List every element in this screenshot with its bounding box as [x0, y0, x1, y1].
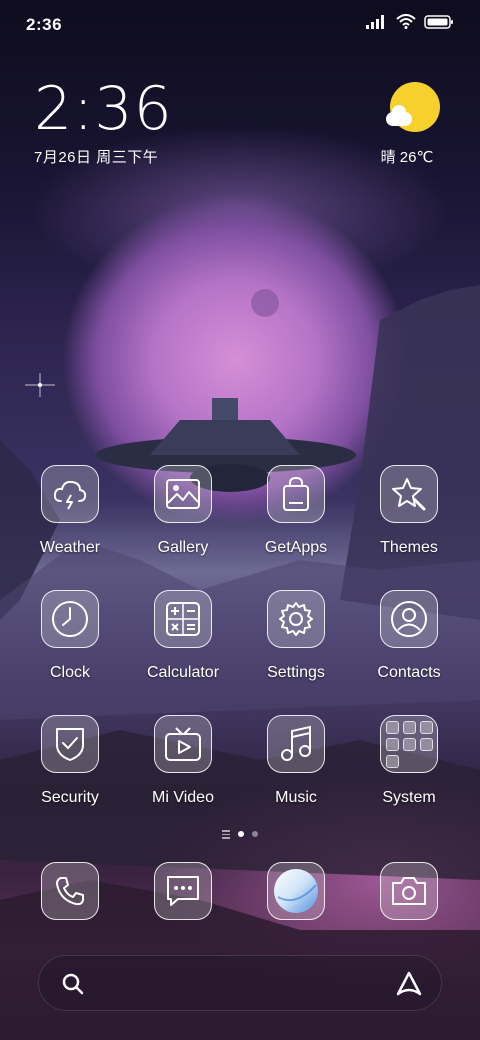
status-icons	[366, 14, 454, 29]
assistant-icon[interactable]	[395, 970, 423, 998]
message-icon	[167, 876, 199, 906]
folder-icon[interactable]	[380, 715, 438, 773]
app-label: Settings	[267, 664, 325, 681]
search-icon[interactable]	[61, 972, 85, 996]
shopping-bag-icon	[283, 476, 309, 511]
app-clock-tile[interactable]	[41, 590, 99, 648]
app-label: Themes	[380, 539, 438, 556]
app-music[interactable]: Music	[246, 715, 346, 807]
app-system-folder[interactable]: System	[359, 715, 459, 807]
phone-icon	[56, 877, 84, 906]
app-contacts-tile[interactable]	[380, 590, 438, 648]
app-weather-tile[interactable]	[41, 465, 99, 523]
app-label: Weather	[39, 539, 101, 556]
app-label: Contacts	[377, 664, 441, 681]
app-label: System	[382, 789, 436, 806]
dock-phone[interactable]	[20, 862, 120, 920]
app-label: GetApps	[264, 539, 328, 556]
battery-icon	[424, 14, 453, 29]
music-note-icon	[281, 725, 311, 761]
weather-text: 晴 26℃	[380, 149, 434, 166]
app-clock[interactable]: Clock	[20, 590, 120, 682]
browser-icon	[274, 869, 318, 913]
app-gallery[interactable]: Gallery	[133, 465, 233, 557]
app-security[interactable]: Security	[20, 715, 120, 807]
app-label: Gallery	[157, 539, 209, 556]
app-getapps[interactable]: GetApps	[246, 465, 346, 557]
feed-page-icon[interactable]	[222, 830, 230, 839]
app-security-tile[interactable]	[41, 715, 99, 773]
page-dot-1[interactable]	[238, 831, 244, 837]
app-themes[interactable]: Themes	[359, 465, 459, 557]
widget-time: 2:36	[34, 74, 173, 144]
app-label: Mi Video	[152, 789, 214, 806]
weather-widget[interactable]: 晴 26℃	[381, 82, 444, 167]
signal-icon	[366, 14, 384, 29]
search-bar[interactable]	[38, 955, 442, 1011]
cloud-lightning-icon	[53, 480, 87, 510]
camera-icon	[392, 877, 426, 905]
app-music-tile[interactable]	[267, 715, 325, 773]
star-brush-icon	[392, 478, 426, 511]
browser-tile[interactable]	[267, 862, 325, 920]
app-label: Calculator	[146, 664, 220, 681]
shield-check-icon	[56, 728, 84, 761]
status-time: 2:36	[26, 15, 63, 34]
app-getapps-tile[interactable]	[267, 465, 325, 523]
app-gallery-tile[interactable]	[154, 465, 212, 523]
calculator-icon	[166, 602, 200, 636]
dock-camera[interactable]	[359, 862, 459, 920]
app-label: Security	[41, 789, 99, 806]
app-calculator-tile[interactable]	[154, 590, 212, 648]
app-settings-tile[interactable]	[267, 590, 325, 648]
image-icon	[166, 479, 200, 509]
page-dot-2[interactable]	[252, 831, 258, 837]
messages-tile[interactable]	[154, 862, 212, 920]
status-bar: 2:36	[0, 0, 480, 50]
app-mi-video-tile[interactable]	[154, 715, 212, 773]
app-mi-video[interactable]: Mi Video	[133, 715, 233, 807]
app-label: Music	[275, 789, 317, 806]
app-calculator[interactable]: Calculator	[133, 590, 233, 682]
page-indicator[interactable]	[0, 830, 480, 839]
dock-browser[interactable]	[246, 862, 346, 920]
sun-cloud-icon	[386, 82, 440, 134]
app-label: Clock	[49, 664, 90, 681]
app-themes-tile[interactable]	[380, 465, 438, 523]
wifi-icon	[396, 14, 416, 29]
app-weather[interactable]: Weather	[20, 465, 120, 557]
gear-icon	[279, 602, 313, 636]
widget-date: 7月26日 周三下午	[34, 149, 159, 166]
phone-tile[interactable]	[41, 862, 99, 920]
app-settings[interactable]: Settings	[246, 590, 346, 682]
camera-tile[interactable]	[380, 862, 438, 920]
app-contacts[interactable]: Contacts	[359, 590, 459, 682]
tv-play-icon	[165, 727, 201, 761]
dock-messages[interactable]	[133, 862, 233, 920]
clock-widget[interactable]: 2:36 7月26日 周三下午	[34, 78, 173, 167]
person-icon	[391, 601, 427, 637]
clock-icon	[52, 601, 88, 637]
